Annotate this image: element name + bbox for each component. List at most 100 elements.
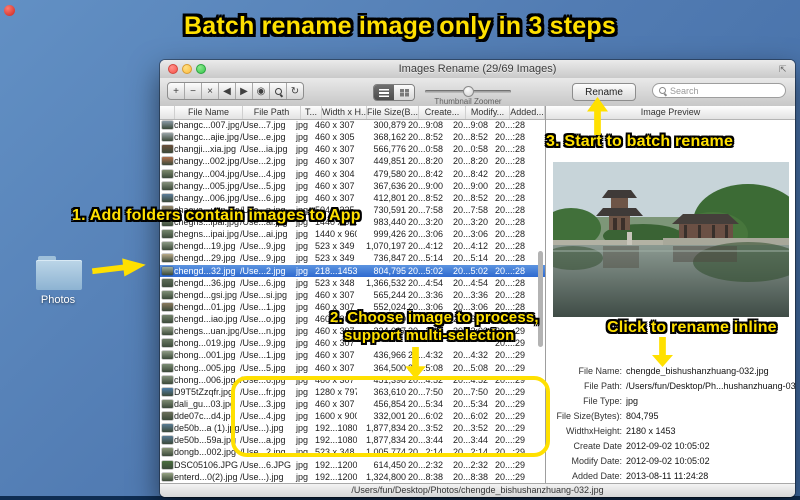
rename-button[interactable]: Rename xyxy=(572,83,636,101)
cell-type: jpg xyxy=(296,229,309,240)
cell-path: /Use...).jpg xyxy=(240,471,284,482)
cell-type: jpg xyxy=(296,289,309,300)
delete-button[interactable]: × xyxy=(202,83,219,99)
cell-create: 20...5:02 xyxy=(408,265,444,276)
cell-added: 20...:29 xyxy=(495,459,526,470)
search-button[interactable] xyxy=(270,83,287,99)
detail-value[interactable]: 2012-09-02 10:05:02 xyxy=(626,441,710,451)
search-input[interactable]: Search xyxy=(652,83,786,98)
file-thumbnail xyxy=(162,266,173,275)
file-thumbnail xyxy=(162,327,173,336)
column-header[interactable]: File Name xyxy=(175,106,243,119)
thumbnail-zoomer-slider[interactable] xyxy=(425,86,511,97)
cell-name: chong...001.jpg xyxy=(174,350,236,361)
cell-size: 364,500 xyxy=(373,362,406,373)
cell-path: /Use...2.jpg xyxy=(240,265,286,276)
folder-label: Photos xyxy=(40,294,76,306)
table-row[interactable]: chegns...ipai.jpg/Use...ai.jpg jpg 1440 x … xyxy=(160,228,545,240)
cell-create: 20...8:38 xyxy=(408,471,444,482)
cell-size: 1,366,532 xyxy=(365,277,406,288)
cell-type: jpg xyxy=(296,471,309,482)
table-row[interactable]: changy...004.jpg/Use...4.jpg jpg 460 x 304… xyxy=(160,168,545,180)
cell-create: 20...2:32 xyxy=(408,459,444,470)
column-header[interactable]: T... xyxy=(301,106,322,119)
table-scrollbar[interactable] xyxy=(538,251,543,347)
column-header[interactable]: Modify... xyxy=(466,106,510,119)
fullscreen-icon[interactable]: ⇱ xyxy=(779,64,789,74)
refresh-button[interactable]: ↻ xyxy=(287,83,303,99)
column-header[interactable]: File Size(B... xyxy=(367,106,419,119)
cell-name: dali_gu...03.jpg xyxy=(174,398,236,409)
cell-name: chengd...iao.jpg xyxy=(174,314,238,325)
title-bar[interactable]: Images Rename (29/69 Images) ⇱ xyxy=(160,60,795,79)
table-row[interactable]: chengd...29.jpg/Use...9.jpg jpg 523 x 349 7… xyxy=(160,252,545,264)
file-thumbnail xyxy=(162,315,173,324)
cell-type: jpg xyxy=(296,301,309,312)
cell-path: /Use...ai.jpg xyxy=(240,229,288,240)
cell-name: changy...006.jpg xyxy=(174,192,239,203)
preview-button[interactable]: ◉ xyxy=(253,83,270,99)
table-row[interactable]: chengd...gsi.jpg/Use...si.jpg jpg 460 x 30… xyxy=(160,289,545,301)
file-thumbnail xyxy=(162,290,173,299)
detail-value[interactable]: 2012-09-02 10:05:02 xyxy=(626,456,710,466)
detail-value[interactable]: /Users/fun/Desktop/Ph...hushanzhuang-032… xyxy=(626,381,795,391)
table-row[interactable]: DSC05106.JPG/Use...6.JPG jpg 192...1200 614… xyxy=(160,459,545,471)
table-row-selected[interactable]: chengd...32.jpg/Use...2.jpg jpg 218...1453… xyxy=(160,264,545,277)
table-row[interactable]: changy...002.jpg/Use...2.jpg jpg 460 x 307… xyxy=(160,155,545,167)
detail-value[interactable]: 2180 x 1453 xyxy=(626,426,676,436)
cell-modify: 20...8:52 xyxy=(453,192,489,203)
table-row[interactable]: chong...001.jpg/Use...1.jpg jpg 460 x 307 4… xyxy=(160,349,545,361)
table-row[interactable]: enterd...0(2).jpg/Use...).jpg jpg 192...12… xyxy=(160,471,545,483)
cell-dims: 460 x 307 xyxy=(315,180,355,191)
cell-name: de50b...59a.jpg xyxy=(174,435,237,446)
column-header[interactable]: File Path xyxy=(243,106,301,119)
cell-path: /Use...e.jpg xyxy=(240,132,286,143)
detail-value[interactable]: jpg xyxy=(626,396,638,406)
cell-size: 804,795 xyxy=(373,265,406,276)
detail-row: Modify Date: 2012-09-02 10:05:02 xyxy=(546,453,795,468)
cell-added: 20...:28 xyxy=(495,289,526,300)
detail-value[interactable]: 2013-08-11 11:24:28 xyxy=(626,471,708,481)
cell-create: 20...3:06 xyxy=(408,229,444,240)
slider-knob[interactable] xyxy=(463,86,474,97)
search-icon xyxy=(659,87,666,94)
cell-create: 20...3:36 xyxy=(408,289,444,300)
table-row[interactable]: chengd...36.jpg/Use...6.jpg jpg 523 x 348 1… xyxy=(160,277,545,289)
table-row[interactable]: chengd...19.jpg/Use...9.jpg jpg 523 x 349 1… xyxy=(160,240,545,252)
column-header-icon[interactable] xyxy=(160,106,175,119)
cell-path: /Use...9.jpg xyxy=(240,241,286,252)
folder-body xyxy=(36,260,82,290)
file-thumbnail xyxy=(162,242,173,251)
cell-added: 20...:28 xyxy=(495,265,526,276)
table-row[interactable]: changy...006.jpg/Use...6.jpg jpg 460 x 307… xyxy=(160,192,545,204)
cell-name: changc...ajie.jpg xyxy=(174,132,239,143)
cell-path: /Use...2.jpg xyxy=(240,156,286,167)
list-view-button[interactable] xyxy=(374,85,394,100)
table-row[interactable]: changji...xia.jpg/Use...ia.jpg jpg 460 x 3… xyxy=(160,143,545,155)
cell-create: 20...4:12 xyxy=(408,241,444,252)
magnifier-icon xyxy=(274,87,282,95)
table-row[interactable]: changc...ajie.jpg/Use...e.jpg jpg 460 x 30… xyxy=(160,131,545,143)
cell-dims: 523 x 349 xyxy=(315,253,355,264)
file-thumbnail xyxy=(162,387,173,396)
cell-name: de50b...a (1).jpg xyxy=(174,423,239,434)
cell-path: /Use...6.jpg xyxy=(240,192,286,203)
detail-value[interactable]: 804,795 xyxy=(626,411,659,421)
next-button[interactable]: ▶ xyxy=(236,83,253,99)
table-row[interactable]: chong...005.jpg/Use...5.jpg jpg 460 x 307 3… xyxy=(160,362,545,374)
remove-button[interactable]: − xyxy=(185,83,202,99)
cell-size: 999,426 xyxy=(373,229,406,240)
photos-folder-icon[interactable] xyxy=(36,256,82,290)
column-header[interactable]: Added... xyxy=(510,106,545,119)
detail-value[interactable]: chengde_bishushanzhuang-032.jpg xyxy=(626,366,769,376)
cell-dims: 460 x 307 xyxy=(315,192,355,203)
add-button[interactable]: + xyxy=(168,83,185,99)
table-row[interactable]: changc...007.jpg/Use...7.jpg jpg 460 x 307… xyxy=(160,119,545,131)
cell-type: jpg xyxy=(296,192,309,203)
column-header[interactable]: Width x H... xyxy=(322,106,367,119)
cell-dims: 523 x 349 xyxy=(315,241,355,252)
prev-button[interactable]: ◀ xyxy=(219,83,236,99)
table-row[interactable]: changy...005.jpg/Use...5.jpg jpg 460 x 307… xyxy=(160,180,545,192)
cell-size: 566,776 xyxy=(373,144,406,155)
column-header[interactable]: Create... xyxy=(419,106,466,119)
